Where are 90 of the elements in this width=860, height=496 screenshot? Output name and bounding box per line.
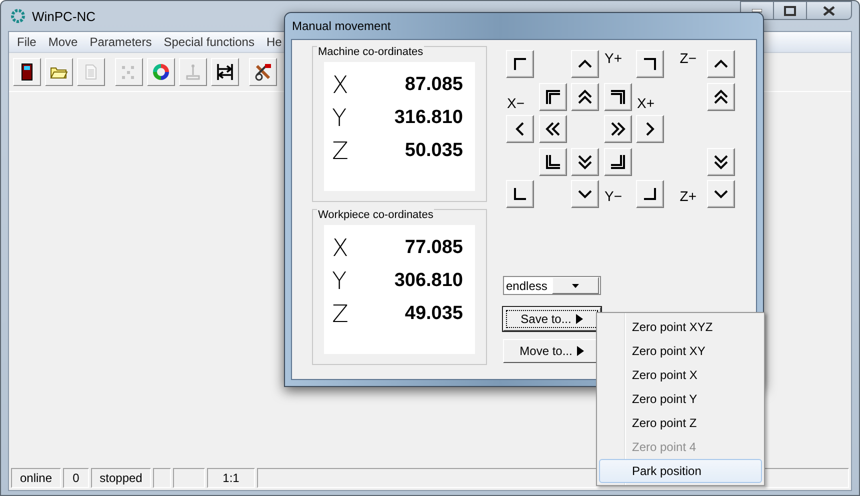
axis-label: Y [332,104,347,132]
menu-item[interactable]: Zero point XY [599,339,762,363]
double-corner-icon [544,88,562,106]
jog-button[interactable] [636,180,664,208]
status-cell [153,468,171,488]
status-cell: stopped [91,468,151,488]
menu-item[interactable]: Parameters [84,35,158,49]
jog-button[interactable] [506,180,534,208]
coordinate-value: 77.085 [404,236,463,258]
double-corner-icon [608,88,626,106]
jog-button[interactable] [636,50,664,78]
jog-button[interactable] [707,82,735,110]
double-chevron-icon [712,152,730,170]
axis-label: Y− [604,187,624,206]
menu-item[interactable]: Zero point X [599,363,762,387]
axis-label: Z− [678,50,698,68]
double-chevron-icon [712,88,730,106]
menu-item[interactable]: Zero point Y [599,387,762,411]
corner-icon [511,185,529,203]
jog-button[interactable] [538,148,566,176]
maximize-icon [784,6,796,16]
double-chevron-icon [576,88,594,106]
menu-item[interactable]: Park position [599,459,762,483]
group-title: Workpiece co-ordinates [317,209,434,221]
menu-item[interactable]: Special functions [158,35,260,49]
axis-label: Y [332,266,347,294]
coordinate-value: 49.035 [404,302,463,324]
dialog-title: Manual movement [292,19,391,33]
double-chevron-icon [608,120,626,138]
menu-item[interactable]: Zero point XYZ [599,315,762,339]
menu-item[interactable]: Move [42,35,84,49]
caret-icon [572,284,579,288]
axis-label: Z+ [678,187,698,206]
jog-button[interactable] [707,148,735,176]
double-corner-icon [544,152,562,170]
jog-button[interactable] [707,50,735,78]
jog-button[interactable] [636,115,664,143]
close-icon [823,6,835,16]
coordinate-value: 306.810 [394,270,463,292]
menu-item[interactable]: Zero point Z [599,411,762,435]
jog-button[interactable] [604,148,632,176]
status-cell [173,468,205,488]
jog-button[interactable] [538,82,566,110]
corner-icon [641,185,659,203]
double-corner-icon [608,152,626,170]
window-title: WinPC-NC [32,8,96,24]
jog-button[interactable] [571,82,599,110]
close-button[interactable] [806,1,852,20]
group-title: Machine co-ordinates [317,46,424,58]
axis-label: X [332,234,348,262]
jog-button[interactable] [571,148,599,176]
triangle-icon [577,346,584,356]
status-cell: 0 [63,468,89,488]
status-cell: online [11,468,61,488]
menu-item[interactable]: File [11,35,42,49]
refresh-icon [151,62,171,82]
coordinate-value: 87.085 [404,74,463,96]
jog-button[interactable] [604,82,632,110]
axis-label: X [332,70,348,98]
jog-button[interactable] [506,50,534,78]
maximize-button[interactable] [773,1,807,20]
triangle-icon [576,314,584,324]
tools-icon [253,62,273,82]
jog-button[interactable] [604,115,632,143]
axis-label: X− [506,94,526,110]
jog-button[interactable] [506,115,534,143]
jog-button[interactable] [707,180,735,208]
toolbar-button[interactable] [249,58,277,86]
axis-label: X+ [636,94,656,110]
toolbar-button[interactable] [13,58,41,86]
jog-button[interactable] [571,50,599,78]
jog-button[interactable] [538,115,566,143]
coordinate-value: 50.035 [404,140,463,162]
double-chevron-icon [544,120,562,138]
axis-label: Y+ [604,50,624,68]
status-cell: 1:1 [207,468,255,488]
toolbar-button[interactable] [147,58,175,86]
corner-icon [511,55,529,73]
toolbar-button[interactable] [211,58,239,86]
dropdown-button[interactable]: Save to... [503,307,601,331]
gear-icon [10,8,26,24]
corner-icon [641,55,659,73]
arrows-icon [215,62,235,82]
jog-button[interactable] [571,180,599,208]
axis-label: Z [332,300,348,328]
mode-dropdown[interactable]: endless [503,276,601,295]
menu-item[interactable]: He [260,35,288,49]
double-chevron-icon [576,152,594,170]
coordinate-value: 316.810 [394,106,463,128]
axis-label: Z [332,136,348,164]
